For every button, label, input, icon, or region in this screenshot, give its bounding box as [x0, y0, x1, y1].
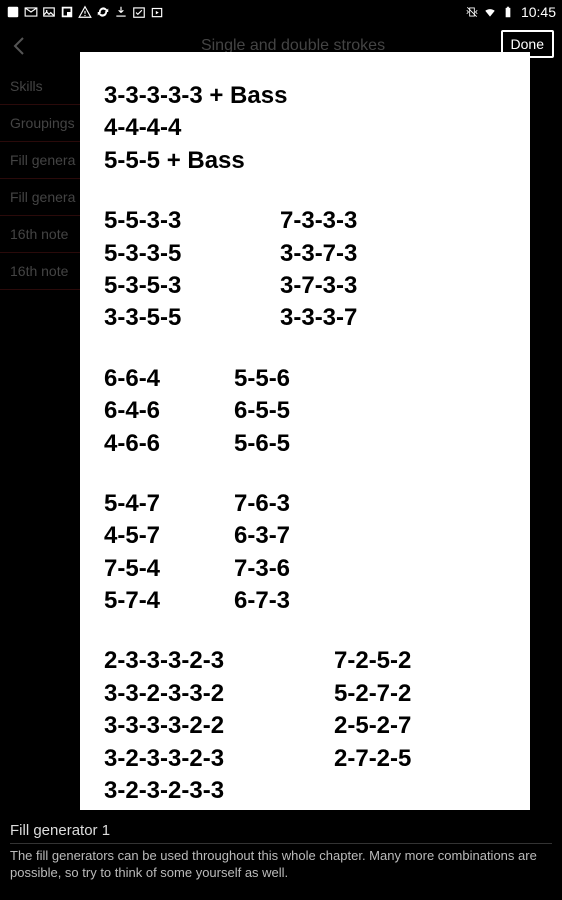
sidebar-item-label: Fill genera: [10, 189, 75, 205]
sidebar-item-label: 16th note: [10, 263, 68, 279]
pattern-cell: 5-3-3-5: [104, 238, 280, 270]
pattern-cell: 3-3-3-3-2-2: [104, 710, 334, 742]
sidebar: Skills Groupings Fill genera Fill genera…: [0, 68, 80, 290]
pattern-cell: 7-2-5-2: [334, 645, 411, 677]
pattern-col-a: 5-4-7 4-5-7 7-5-4 5-7-4: [104, 488, 234, 618]
pattern-col-b: 7-2-5-2 5-2-7-2 2-5-2-7 2-7-2-5: [334, 645, 411, 807]
pattern-col-a: 6-6-4 6-4-6 4-6-6: [104, 363, 234, 460]
pattern-cell: 7-5-4: [104, 553, 234, 585]
footer-title: Fill generator 1: [10, 822, 552, 844]
sidebar-item[interactable]: 16th note: [0, 216, 80, 253]
pattern-block-4: 5-4-7 4-5-7 7-5-4 5-7-4 7-6-3 6-3-7 7-3-…: [104, 488, 506, 618]
pattern-cell: 2-7-2-5: [334, 743, 411, 775]
flipboard-icon: [60, 5, 74, 19]
pattern-cell: 7-3-3-3: [280, 205, 357, 237]
pattern-cell: 5-3-5-3: [104, 270, 280, 302]
pattern-cell: 5-7-4: [104, 585, 234, 617]
sidebar-item[interactable]: Fill genera: [0, 179, 80, 216]
vibrate-icon: [465, 5, 479, 19]
pattern-col-b: 7-3-3-3 3-3-7-3 3-7-3-3 3-3-3-7: [280, 205, 357, 335]
status-bar: 10:45: [0, 0, 562, 24]
pattern-col-a: 2-3-3-3-2-3 3-3-2-3-3-2 3-3-3-3-2-2 3-2-…: [104, 645, 334, 807]
wifi-icon: [483, 5, 497, 19]
pattern-cell: 5-6-5: [234, 428, 290, 460]
pattern-cell: 3-2-3-3-2-3: [104, 743, 334, 775]
sidebar-item-label: 16th note: [10, 226, 68, 242]
pattern-cell: 5-4-7: [104, 488, 234, 520]
mail-icon: [24, 5, 38, 19]
sidebar-item-label: Skills: [10, 78, 43, 94]
checkbox-icon: [132, 5, 146, 19]
footer-caption: Fill generator 1 The fill generators can…: [0, 812, 562, 900]
pattern-cell: 5-2-7-2: [334, 678, 411, 710]
pattern-cell: 3-3-5-5: [104, 302, 280, 334]
pattern-col-a: 5-5-3-3 5-3-3-5 5-3-5-3 3-3-5-5: [104, 205, 280, 335]
app-icon-1: [6, 5, 20, 19]
sidebar-item[interactable]: Fill genera: [0, 142, 80, 179]
sidebar-item-label: Groupings: [10, 115, 75, 131]
sync-icon: [96, 5, 110, 19]
battery-icon: [501, 5, 515, 19]
pattern-block-1: 3-3-3-3-3 + Bass 4-4-4-4 5-5-5 + Bass: [104, 80, 506, 177]
pattern-cell: 6-3-7: [234, 520, 290, 552]
download-icon: [114, 5, 128, 19]
sidebar-item[interactable]: 16th note: [0, 253, 80, 290]
pattern-cell: 2-3-3-3-2-3: [104, 645, 334, 677]
sidebar-item[interactable]: Skills: [0, 68, 80, 105]
pattern-line: 5-5-5 + Bass: [104, 145, 506, 177]
pattern-block-5: 2-3-3-3-2-3 3-3-2-3-3-2 3-3-3-3-2-2 3-2-…: [104, 645, 506, 807]
status-right: 10:45: [465, 4, 556, 20]
pattern-col-b: 5-5-6 6-5-5 5-6-5: [234, 363, 290, 460]
image-icon: [42, 5, 56, 19]
pattern-cell: 3-3-2-3-3-2: [104, 678, 334, 710]
pattern-cell: 6-4-6: [104, 395, 234, 427]
pattern-cell: 4-6-6: [104, 428, 234, 460]
back-icon[interactable]: [8, 34, 32, 58]
content-sheet: 3-3-3-3-3 + Bass 4-4-4-4 5-5-5 + Bass 5-…: [80, 52, 530, 810]
pattern-cell: 3-3-3-7: [280, 302, 357, 334]
pattern-cell: 7-3-6: [234, 553, 290, 585]
pattern-cell: 4-5-7: [104, 520, 234, 552]
pattern-cell: 3-3-7-3: [280, 238, 357, 270]
pattern-cell: 5-5-3-3: [104, 205, 280, 237]
pattern-line: 4-4-4-4: [104, 112, 506, 144]
pattern-block-3: 6-6-4 6-4-6 4-6-6 5-5-6 6-5-5 5-6-5: [104, 363, 506, 460]
pattern-cell: 2-5-2-7: [334, 710, 411, 742]
footer-body: The fill generators can be used througho…: [10, 848, 552, 882]
pattern-cell: 5-5-6: [234, 363, 290, 395]
sidebar-item-label: Fill genera: [10, 152, 75, 168]
pattern-cell: 6-7-3: [234, 585, 290, 617]
pattern-block-2: 5-5-3-3 5-3-3-5 5-3-5-3 3-3-5-5 7-3-3-3 …: [104, 205, 506, 335]
pattern-cell: 3-7-3-3: [280, 270, 357, 302]
sidebar-item[interactable]: Groupings: [0, 105, 80, 142]
clock-time: 10:45: [521, 4, 556, 20]
pattern-line: 3-3-3-3-3 + Bass: [104, 80, 506, 112]
pattern-cell: 6-6-4: [104, 363, 234, 395]
play-store-icon: [150, 5, 164, 19]
pattern-col-b: 7-6-3 6-3-7 7-3-6 6-7-3: [234, 488, 290, 618]
pattern-cell: 3-2-3-2-3-3: [104, 775, 334, 807]
pattern-cell: 7-6-3: [234, 488, 290, 520]
warning-icon: [78, 5, 92, 19]
status-left: [6, 5, 164, 19]
pattern-cell: 6-5-5: [234, 395, 290, 427]
